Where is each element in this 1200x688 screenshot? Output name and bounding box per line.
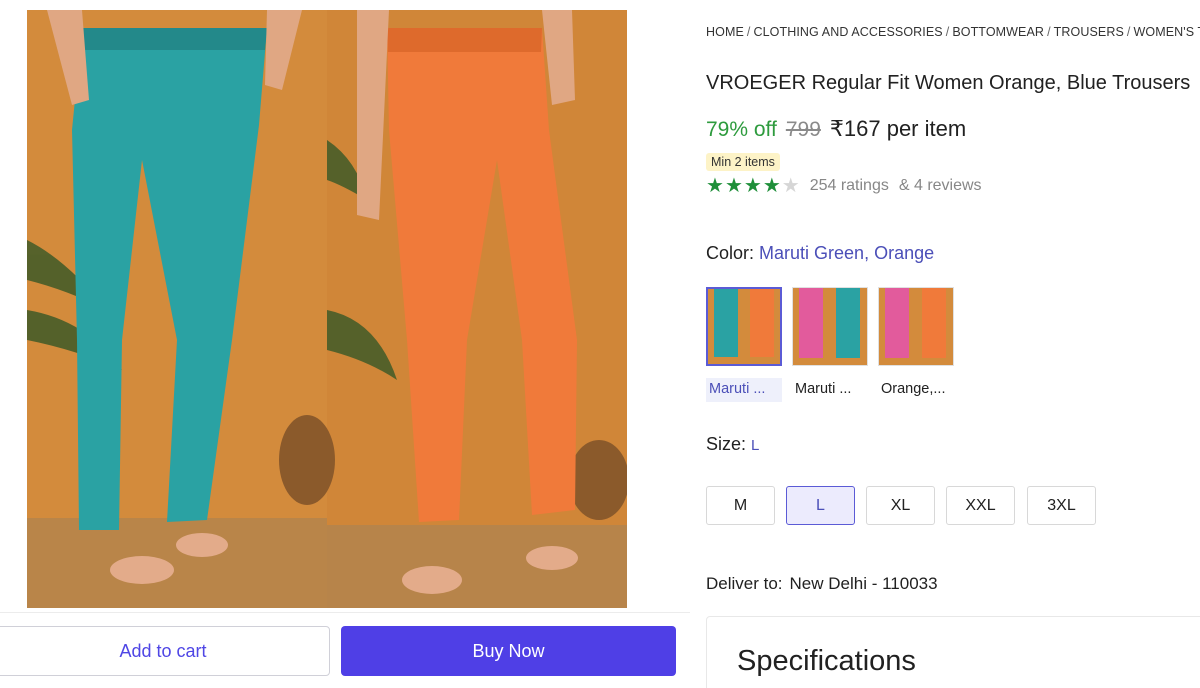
selling-price: ₹167 per item (829, 116, 967, 141)
size-option-xxl[interactable]: XXL (946, 486, 1015, 525)
size-option-l[interactable]: L (786, 486, 855, 525)
breadcrumb-bottomwear[interactable]: BOTTOMWEAR (952, 25, 1044, 39)
original-price: 799 (785, 118, 821, 141)
swatch-3-thumbnail (879, 288, 953, 365)
breadcrumb: HOME / CLOTHING AND ACCESSORIES / BOTTOMWEAR… (706, 25, 1200, 39)
star-filled-icon: ★ (743, 175, 762, 197)
discount-percent: 79% off (706, 118, 777, 141)
size-option-xl[interactable]: XL (866, 486, 935, 525)
action-bar: Add to cart Buy Now (0, 612, 690, 688)
size-option-m[interactable]: M (706, 486, 775, 525)
product-image[interactable] (27, 10, 627, 608)
swatch-2-thumbnail (793, 288, 867, 365)
min-items-badge: Min 2 items (706, 153, 780, 171)
deliver-label: Deliver to: (706, 574, 783, 593)
selected-color: Maruti Green, Orange (759, 243, 935, 263)
buy-now-button[interactable]: Buy Now (341, 626, 676, 676)
rating-row[interactable]: ★ ★ ★ ★ ★ 254 ratings & 4 reviews (706, 176, 982, 196)
price-row: 79% off 799 ₹167 per item (706, 116, 966, 142)
color-swatch-1-label[interactable]: Maruti ... (706, 378, 782, 402)
size-option-3xl[interactable]: 3XL (1027, 486, 1096, 525)
color-swatch-3[interactable] (878, 287, 954, 366)
delivery-pincode: New Delhi - 110033 (789, 574, 938, 593)
breadcrumb-clothing[interactable]: CLOTHING AND ACCESSORIES (753, 25, 942, 39)
star-filled-icon: ★ (762, 175, 781, 197)
breadcrumb-home[interactable]: HOME (706, 25, 744, 39)
color-swatch-3-label[interactable]: Orange,... (878, 378, 954, 402)
product-details: HOME / CLOTHING AND ACCESSORIES / BOTTOMWEAR… (706, 0, 1200, 688)
swatch-1-thumbnail (708, 289, 780, 364)
color-swatch-2[interactable] (792, 287, 868, 366)
star-empty-icon: ★ (781, 175, 800, 197)
ratings-count: 254 ratings (809, 177, 889, 194)
rating-stars: ★ ★ ★ ★ ★ (706, 176, 800, 196)
specifications-title: Specifications (737, 645, 916, 677)
star-filled-icon: ★ (724, 175, 743, 197)
product-photo (27, 10, 627, 608)
selected-size: L (751, 437, 760, 454)
color-label: Color: Maruti Green, Orange (706, 243, 935, 263)
size-label: Size: L (706, 434, 760, 454)
color-swatch-2-label[interactable]: Maruti ... (792, 378, 868, 402)
product-title: VROEGER Regular Fit Women Orange, Blue T… (706, 72, 1191, 94)
color-swatch-1[interactable] (706, 287, 782, 366)
breadcrumb-trousers[interactable]: TROUSERS (1054, 25, 1124, 39)
add-to-cart-button[interactable]: Add to cart (0, 626, 330, 676)
reviews-count: & 4 reviews (898, 177, 982, 194)
star-filled-icon: ★ (706, 175, 724, 197)
specifications-card[interactable]: Specifications (706, 616, 1200, 688)
breadcrumb-womens-trousers[interactable]: WOMEN'S TROUSERS (1133, 25, 1200, 39)
delivery-location[interactable]: Deliver to: New Delhi - 110033 (706, 574, 938, 594)
